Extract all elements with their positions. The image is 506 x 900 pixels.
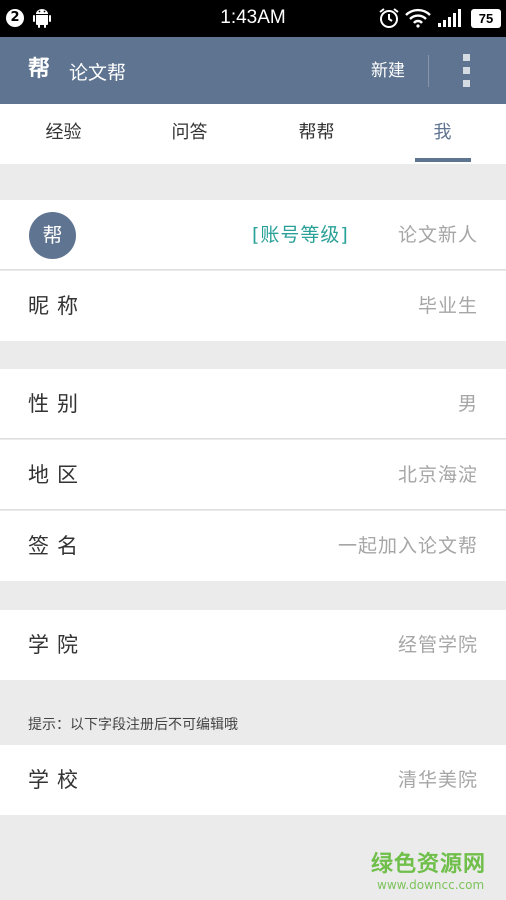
watermark-en: www.downcc.com [377,878,485,892]
nickname-label: 昵称 [28,294,86,318]
profile-row-nickname[interactable]: 昵称 毕业生 [0,271,506,341]
tab-qa[interactable]: 问答 [142,104,237,164]
school-label: 学校 [28,768,86,792]
app-bar: 帮 论文帮 新建 [0,37,506,104]
profile-row-gender[interactable]: 性别 男 [0,369,506,439]
tab-help[interactable]: 帮帮 [269,104,364,164]
watermark: 绿色资源网 www.downcc.com [371,846,486,892]
watermark-cn: 绿色资源网 [371,852,487,877]
signature-value: 一起加入论文帮 [337,535,478,557]
profile-row-region[interactable]: 地区 北京海淀 [0,440,506,510]
college-value: 经管学院 [397,634,478,656]
tab-me[interactable]: 我 [395,104,490,164]
gender-label: 性别 [28,392,86,416]
tab-bar: 经验 问答 帮帮 我 [0,104,506,164]
profile-row-college[interactable]: 学院 经管学院 [0,610,506,680]
alarm-icon [379,8,399,28]
status-bar: 2 1:43AM 75 [0,0,506,37]
nickname-value: 毕业生 [417,295,478,317]
gender-value: 男 [457,393,478,415]
profile-row-avatar[interactable]: 帮 [账号等级] 论文新人 [0,200,506,270]
tab-experience[interactable]: 经验 [16,104,111,164]
wifi-icon [405,8,431,28]
profile-row-signature[interactable]: 签名 一起加入论文帮 [0,511,506,581]
battery-icon: 75 [471,9,501,28]
edit-hint: 提示：以下字段注册后不可编辑哦 [28,717,238,733]
app-logo: 帮 [27,57,50,82]
more-vertical-icon[interactable] [450,51,484,91]
new-button[interactable]: 新建 [360,55,416,87]
region-value: 北京海淀 [397,464,478,486]
region-label: 地区 [28,463,86,487]
app-title: 论文帮 [69,62,127,84]
tab-indicator [415,158,471,162]
signature-label: 签名 [28,534,86,558]
account-level-value: 论文新人 [397,224,478,246]
signal-icon [438,9,461,27]
profile-row-school: 学校 清华美院 [0,745,506,815]
avatar[interactable]: 帮 [29,212,76,259]
college-label: 学院 [28,633,86,657]
school-value: 清华美院 [397,769,478,791]
account-level-tag: [账号等级] [252,224,349,246]
appbar-divider [428,55,429,87]
